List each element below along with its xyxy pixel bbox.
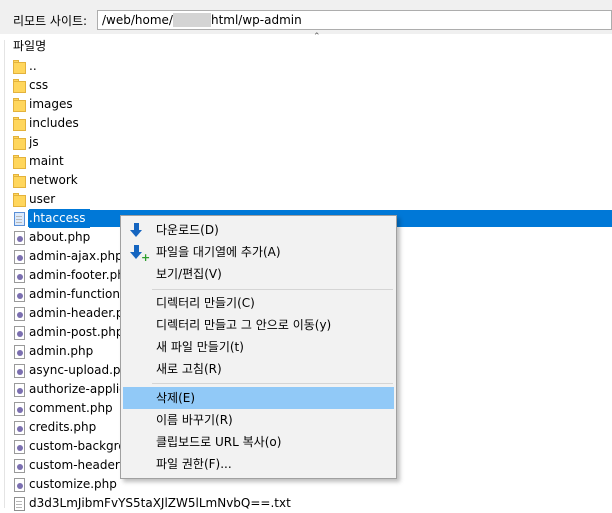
php-file-icon — [13, 477, 27, 492]
menu-item-file-permissions[interactable]: 파일 권한(F)... — [123, 453, 394, 475]
file-name: css — [29, 78, 49, 92]
menu-item-label: 다운로드(D) — [156, 223, 219, 237]
file-name: images — [29, 97, 73, 111]
file-name: user — [29, 192, 56, 206]
file-name: async-upload.ph — [29, 363, 129, 377]
redacted-segment — [172, 13, 211, 27]
php-file-icon — [13, 458, 27, 473]
folder-row[interactable]: css — [0, 76, 612, 95]
php-file-icon — [13, 420, 27, 435]
file-name: d3d3LmJibmFvYS5taXJlZW5lLmNvbQ==.txt — [29, 496, 291, 510]
folder-row[interactable]: .. — [0, 57, 612, 76]
menu-item-add-to-queue[interactable]: + 파일을 대기열에 추가(A) — [123, 241, 394, 263]
menu-item-create-directory-enter[interactable]: 디렉터리 만들고 그 안으로 이동(y) — [123, 314, 394, 336]
php-file-icon — [13, 344, 27, 359]
folder-icon — [13, 154, 27, 169]
menu-item-label: 파일을 대기열에 추가(A) — [156, 245, 281, 259]
folder-row[interactable]: images — [0, 95, 612, 114]
menu-item-rename[interactable]: 이름 바꾸기(R) — [123, 409, 394, 431]
folder-icon — [13, 173, 27, 188]
file-name: admin-ajax.php — [29, 249, 123, 263]
folder-icon — [13, 97, 27, 112]
folder-row[interactable]: user — [0, 190, 612, 209]
php-file-icon — [13, 325, 27, 340]
menu-item-label: 새로 고침(R) — [156, 362, 222, 376]
folder-row[interactable]: includes — [0, 114, 612, 133]
folder-icon — [13, 59, 27, 74]
menu-item-label: 이름 바꾸기(R) — [156, 413, 233, 427]
menu-item-label: 삭제(E) — [156, 391, 196, 405]
folder-row[interactable]: maint — [0, 152, 612, 171]
menu-item-label: 디렉터리 만들고 그 안으로 이동(y) — [156, 318, 332, 332]
menu-item-label: 보기/편집(V) — [156, 267, 222, 281]
file-name: includes — [29, 116, 79, 130]
remote-path-input[interactable]: /web/home/html/wp-admin — [97, 10, 612, 30]
folder-icon — [13, 192, 27, 207]
folder-icon — [13, 78, 27, 93]
php-file-icon — [13, 382, 27, 397]
file-name: network — [29, 173, 78, 187]
menu-item-new-file[interactable]: 새 파일 만들기(t) — [123, 336, 394, 358]
context-menu: 다운로드(D) + 파일을 대기열에 추가(A) 보기/편집(V) 디렉터리 만… — [120, 215, 397, 479]
menu-separator — [152, 289, 393, 290]
file-name: .. — [29, 59, 37, 73]
sort-asc-icon: ⌃ — [313, 32, 321, 42]
menu-item-label: 디렉터리 만들기(C) — [156, 296, 255, 310]
php-file-icon — [13, 287, 27, 302]
file-icon — [13, 211, 27, 226]
file-name: admin-functions — [29, 287, 127, 301]
file-name: maint — [29, 154, 64, 168]
file-name: .htaccess — [29, 209, 90, 228]
file-name: admin-post.php — [29, 325, 124, 339]
file-row[interactable]: d3d3LmJibmFvYS5taXJlZW5lLmNvbQ==.txt — [0, 494, 612, 513]
path-prefix: /web/home/ — [102, 13, 173, 27]
file-name: custom-header.p — [29, 458, 131, 472]
menu-item-view-edit[interactable]: 보기/편집(V) — [123, 263, 394, 285]
path-suffix: html/wp-admin — [210, 13, 302, 27]
php-file-icon — [13, 439, 27, 454]
folder-row[interactable]: network — [0, 171, 612, 190]
menu-separator — [152, 383, 393, 384]
file-icon — [13, 496, 27, 511]
remote-site-bar: 리모트 사이트: /web/home/html/wp-admin — [0, 0, 612, 34]
download-icon — [130, 223, 144, 238]
remote-site-label: 리모트 사이트: — [13, 14, 88, 28]
folder-icon — [13, 116, 27, 131]
php-file-icon — [13, 306, 27, 321]
menu-item-download[interactable]: 다운로드(D) — [123, 219, 394, 241]
menu-item-label: 파일 권한(F)... — [156, 457, 232, 471]
file-name: js — [29, 135, 39, 149]
add-to-queue-icon: + — [130, 245, 150, 263]
php-file-icon — [13, 268, 27, 283]
php-file-icon — [13, 249, 27, 264]
menu-item-label: 새 파일 만들기(t) — [156, 340, 244, 354]
menu-item-create-directory[interactable]: 디렉터리 만들기(C) — [123, 292, 394, 314]
file-name: comment.php — [29, 401, 113, 415]
file-name: credits.php — [29, 420, 97, 434]
php-file-icon — [13, 363, 27, 378]
column-header-filename[interactable]: 파일명 — [13, 38, 46, 54]
file-name: admin.php — [29, 344, 94, 358]
menu-item-copy-url[interactable]: 클립보드로 URL 복사(o) — [123, 431, 394, 453]
menu-item-label: 클립보드로 URL 복사(o) — [156, 435, 282, 449]
folder-row[interactable]: js — [0, 133, 612, 152]
file-name: customize.php — [29, 477, 117, 491]
file-name: about.php — [29, 230, 91, 244]
folder-icon — [13, 135, 27, 150]
menu-item-refresh[interactable]: 새로 고침(R) — [123, 358, 394, 380]
menu-item-delete[interactable]: 삭제(E) — [123, 387, 394, 409]
php-file-icon — [13, 401, 27, 416]
php-file-icon — [13, 230, 27, 245]
